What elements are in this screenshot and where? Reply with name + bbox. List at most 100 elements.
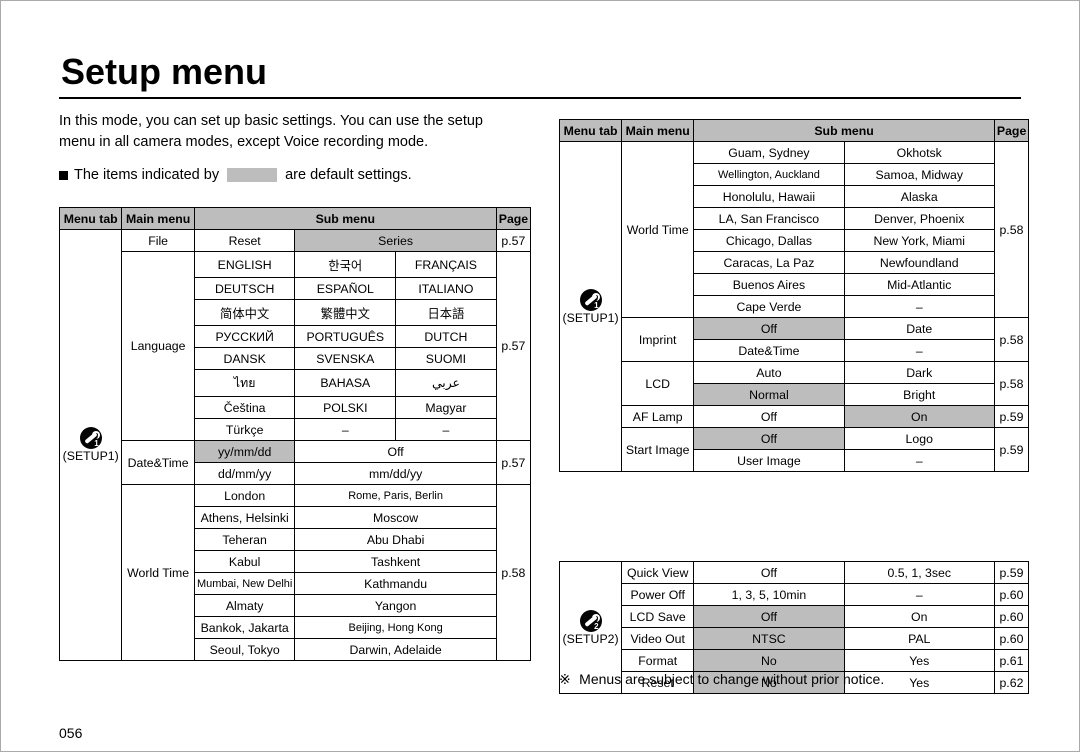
submenu: Denver, Phoenix: [844, 208, 994, 230]
submenu: Off: [295, 441, 496, 463]
menu-tab-cell: 1 (SETUP1): [60, 230, 122, 661]
submenu: DEUTSCH: [194, 278, 295, 300]
submenu: London: [194, 485, 295, 507]
submenu: Honolulu, Hawaii: [694, 186, 844, 208]
submenu: Athens, Helsinki: [194, 507, 295, 529]
submenu: Seoul, Tokyo: [194, 639, 295, 661]
menu-tab-cell: 1 (SETUP1): [560, 142, 622, 472]
table: Menu tab Main menu Sub menu Page 1 (SETU…: [559, 119, 1029, 472]
submenu: РУССКИЙ: [194, 326, 295, 348]
submenu: 0.5, 1, 3sec: [844, 562, 994, 584]
submenu: Almaty: [194, 595, 295, 617]
submenu: Yes: [844, 650, 994, 672]
submenu: Wellington, Auckland: [694, 164, 844, 186]
table: Menu tab Main menu Sub menu Page 1 (SETU…: [59, 207, 531, 661]
title-rule: [59, 97, 1021, 99]
setup1-label: (SETUP1): [63, 449, 119, 463]
submenu-default: NTSC: [694, 628, 844, 650]
submenu: Newfoundland: [844, 252, 994, 274]
main-menu: LCD Save: [622, 606, 694, 628]
submenu: ITALIANO: [396, 278, 497, 300]
main-menu: World Time: [622, 142, 694, 318]
table-header-row: Menu tab Main menu Sub menu Page: [560, 120, 1029, 142]
submenu: 한국어: [295, 252, 396, 278]
submenu: User Image: [694, 450, 844, 472]
legend-post: are default settings.: [285, 167, 412, 183]
submenu: –: [844, 584, 994, 606]
submenu: LA, San Francisco: [694, 208, 844, 230]
submenu: Beijing, Hong Kong: [295, 617, 496, 639]
page-ref: p.59: [994, 406, 1028, 428]
submenu: BAHASA: [295, 370, 396, 397]
footnote: ※ Menus are subject to change without pr…: [559, 671, 884, 688]
submenu: Teheran: [194, 529, 295, 551]
submenu: Yangon: [295, 595, 496, 617]
th-main: Main menu: [622, 120, 694, 142]
main-menu: Start Image: [622, 428, 694, 472]
setup-table-left: Menu tab Main menu Sub menu Page 1 (SETU…: [59, 207, 531, 661]
submenu: Logo: [844, 428, 994, 450]
submenu: Abu Dhabi: [295, 529, 496, 551]
submenu: Date&Time: [694, 340, 844, 362]
submenu: SVENSKA: [295, 348, 396, 370]
submenu-default: yy/mm/dd: [194, 441, 295, 463]
page-ref: p.58: [496, 485, 530, 661]
table-row: 1 (SETUP1) File Reset Series p.57: [60, 230, 531, 252]
th-tab: Menu tab: [560, 120, 622, 142]
submenu: Kathmandu: [295, 573, 496, 595]
submenu: Darwin, Adelaide: [295, 639, 496, 661]
table-row: LCD SaveOffOnp.60: [560, 606, 1029, 628]
submenu: 日本語: [396, 300, 497, 326]
page-ref: p.58: [994, 142, 1028, 318]
page-ref: p.58: [994, 362, 1028, 406]
wrench-icon: 2: [580, 610, 602, 632]
intro-text: In this mode, you can set up basic setti…: [59, 111, 519, 153]
submenu: Buenos Aires: [694, 274, 844, 296]
submenu: Okhotsk: [844, 142, 994, 164]
main-menu: File: [122, 230, 194, 252]
page-ref: p.60: [994, 628, 1028, 650]
main-menu: AF Lamp: [622, 406, 694, 428]
submenu-default: Normal: [694, 384, 844, 406]
submenu: Kabul: [194, 551, 295, 573]
main-menu: Video Out: [622, 628, 694, 650]
table-row: FormatNoYesp.61: [560, 650, 1029, 672]
submenu: ESPAÑOL: [295, 278, 396, 300]
footnote-text: Menus are subject to change without prio…: [579, 671, 884, 687]
default-legend: The items indicated by are default setti…: [59, 167, 519, 183]
page-ref: p.59: [994, 562, 1028, 584]
main-menu: Imprint: [622, 318, 694, 362]
main-menu: Language: [122, 252, 194, 441]
submenu: Tashkent: [295, 551, 496, 573]
submenu: Chicago, Dallas: [694, 230, 844, 252]
submenu: Türkçe: [194, 419, 295, 441]
submenu: DUTCH: [396, 326, 497, 348]
submenu: On: [844, 606, 994, 628]
setup2-label: (SETUP2): [563, 632, 619, 646]
submenu: 简体中文: [194, 300, 295, 326]
submenu: Guam, Sydney: [694, 142, 844, 164]
submenu: Bankok, Jakarta: [194, 617, 295, 639]
page-ref: p.57: [496, 252, 530, 441]
th-page: Page: [994, 120, 1028, 142]
submenu: PAL: [844, 628, 994, 650]
submenu: Magyar: [396, 397, 497, 419]
page-number: 056: [59, 725, 82, 741]
page-title: Setup menu: [61, 51, 267, 93]
main-menu: World Time: [122, 485, 194, 661]
submenu: Cape Verde: [694, 296, 844, 318]
submenu: SUOMI: [396, 348, 497, 370]
wrench-icon: 1: [580, 289, 602, 311]
setup-table-right-top: Menu tab Main menu Sub menu Page 1 (SETU…: [559, 119, 1029, 472]
submenu: Rome, Paris, Berlin: [295, 485, 496, 507]
manual-page: Setup menu In this mode, you can set up …: [0, 0, 1080, 752]
submenu: DANSK: [194, 348, 295, 370]
th-main: Main menu: [122, 208, 194, 230]
submenu: –: [844, 340, 994, 362]
submenu: PORTUGUÊS: [295, 326, 396, 348]
page-ref: p.58: [994, 318, 1028, 362]
page-ref: p.62: [994, 672, 1028, 694]
th-sub: Sub menu: [194, 208, 496, 230]
page-ref: p.61: [994, 650, 1028, 672]
setup1-label: (SETUP1): [563, 311, 619, 325]
